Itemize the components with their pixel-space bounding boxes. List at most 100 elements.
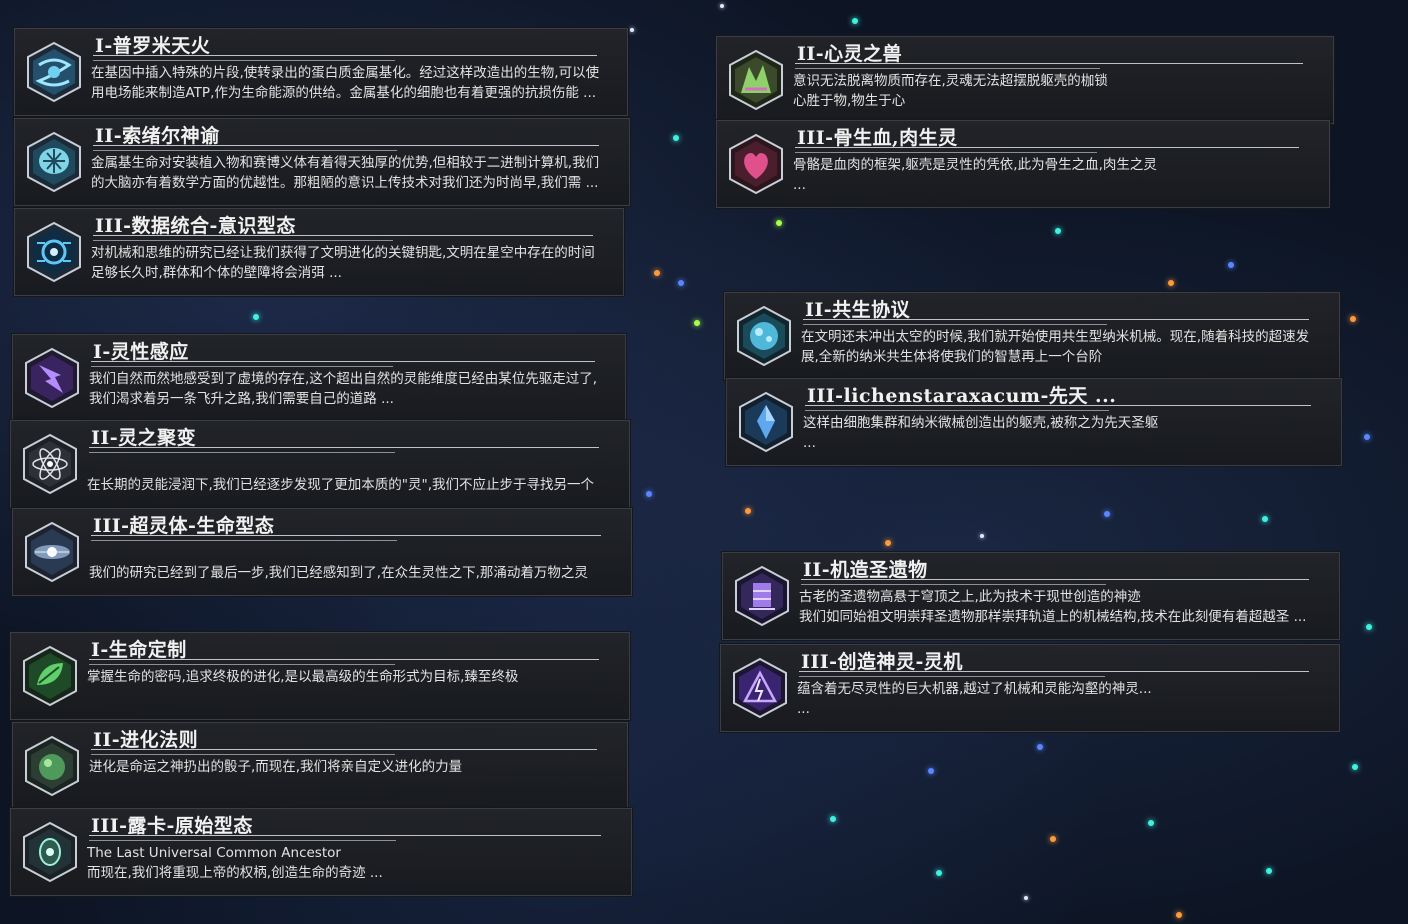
star-node[interactable] [654, 270, 660, 276]
star-node[interactable] [1366, 624, 1372, 630]
tech-card-mind-beast[interactable]: II-心灵之兽 意识无法脱离物质而存在,灵魂无法超摆脱躯壳的枷锁 心胜于物,物生… [716, 36, 1334, 124]
atom-orbit-icon [19, 433, 81, 495]
card-description: 我们自然而然地感受到了虚境的存在,这个超出自然的灵能维度已经由某位先驱走过了, … [89, 371, 598, 407]
title-underline [91, 535, 601, 542]
card-description: 骨骼是血肉的框架,躯壳是灵性的凭依,此为骨生之血,肉生之灵 ... [793, 157, 1157, 193]
tech-card-overspirit[interactable]: III-超灵体-生命型态 我们的研究已经到了最后一步,我们已经感知到了,在众生灵… [12, 508, 632, 596]
psionic-lightning-icon [21, 347, 83, 409]
card-title: III-超灵体-生命型态 [93, 515, 275, 537]
card-title: II-心灵之兽 [797, 43, 903, 65]
tech-card-psi-machine[interactable]: III-创造神灵-灵机 蕴含着无尽灵性的巨大机器,越过了机械和灵能沟壑的神灵..… [720, 644, 1340, 732]
card-description: 我们的研究已经到了最后一步,我们已经感知到了,在众生灵性之下,那涌动着万物之灵 [89, 565, 588, 581]
title-underline [803, 319, 1309, 326]
card-title: III-骨生血,肉生灵 [797, 127, 958, 149]
star-node[interactable] [928, 768, 934, 774]
card-description: 在文明还未冲出太空的时候,我们就开始使用共生型纳米机械。现在,随着科技的超速发 … [801, 329, 1310, 365]
star-node[interactable] [830, 816, 836, 822]
nano-symbiote-icon [733, 305, 795, 367]
star-node[interactable] [1364, 434, 1370, 440]
data-circuit-icon [23, 221, 85, 283]
title-underline [89, 835, 601, 842]
card-description: 在基因中插入特殊的片段,使转录出的蛋白质金属基化。经过这样改造出的生物,可以使 … [91, 65, 600, 101]
card-title: II-机造圣遗物 [803, 559, 928, 581]
card-description: 意识无法脱离物质而存在,灵魂无法超摆脱躯壳的枷锁 心胜于物,物生于心 [793, 73, 1108, 109]
card-title: III-露卡-原始型态 [91, 815, 253, 837]
star-node[interactable] [936, 870, 942, 876]
star-node[interactable] [720, 4, 724, 8]
psi-machine-icon [729, 657, 791, 719]
title-underline [89, 659, 599, 666]
tech-card-spirit-fusion[interactable]: II-灵之聚变 在长期的灵能浸润下,我们已经逐步发现了更加本质的"灵",我们不应… [10, 420, 630, 508]
tech-card-life-customization[interactable]: I-生命定制 掌握生命的密码,追求终极的进化,是以最高级的生命形式为目标,臻至终… [10, 632, 630, 720]
card-description: 在长期的灵能浸润下,我们已经逐步发现了更加本质的"灵",我们不应止步于寻找另一个 [87, 477, 595, 493]
star-node[interactable] [1104, 511, 1110, 517]
tech-card-prometheus-fire[interactable]: I-普罗米天火 在基因中插入特殊的片段,使转录出的蛋白质金属基化。经过这样改造出… [14, 28, 628, 116]
star-node[interactable] [776, 220, 782, 226]
star-node[interactable] [1352, 764, 1358, 770]
card-title: II-灵之聚变 [91, 427, 197, 449]
star-node[interactable] [1266, 868, 1272, 874]
star-node[interactable] [745, 508, 751, 514]
dragon-beast-icon [725, 49, 787, 111]
tech-card-machine-relic[interactable]: II-机造圣遗物 古老的圣遗物高悬于穹顶之上,此为技术于现世创造的神迹 我们如同… [722, 552, 1340, 640]
star-node[interactable] [885, 540, 891, 546]
title-underline [799, 671, 1309, 678]
card-title: II-索绪尔神谕 [95, 125, 220, 147]
star-node[interactable] [630, 28, 634, 32]
title-underline [91, 361, 595, 368]
title-underline [93, 55, 597, 62]
tech-card-data-integration[interactable]: III-数据统合-意识型态 对机械和思维的研究已经让我们获得了文明进化的关键钥匙… [14, 208, 624, 296]
star-node[interactable] [253, 314, 259, 320]
card-description: The Last Universal Common Ancestor 而现在,我… [87, 845, 383, 881]
star-node[interactable] [678, 280, 684, 286]
title-underline [93, 235, 593, 242]
card-description: 对机械和思维的研究已经让我们获得了文明进化的关键钥匙,文明在星空中存在的时间 足… [91, 245, 595, 281]
blue-crystal-icon [735, 391, 797, 453]
card-title: III-创造神灵-灵机 [801, 651, 963, 673]
card-title: II-共生协议 [805, 299, 911, 321]
star-node[interactable] [1024, 896, 1028, 900]
green-orb-icon [21, 735, 83, 797]
card-description: 金属基生命对安装植入物和赛博义体有着得天独厚的优势,但相较于二进制计算机,我们 … [91, 155, 600, 191]
primordial-cell-icon [19, 821, 81, 883]
card-title: II-进化法则 [93, 729, 199, 751]
relic-machine-icon [731, 565, 793, 627]
tech-card-psionic-sense[interactable]: I-灵性感应 我们自然而然地感受到了虚境的存在,这个超出自然的灵能维度已经由某位… [12, 334, 626, 422]
psionic-being-icon [21, 521, 83, 583]
star-node[interactable] [1228, 262, 1234, 268]
tech-card-luca[interactable]: III-露卡-原始型态 The Last Universal Common An… [10, 808, 632, 896]
title-underline [91, 749, 597, 756]
star-node[interactable] [1055, 228, 1061, 234]
card-description: 掌握生命的密码,追求终极的进化,是以最高级的生命形式为目标,臻至终极 [87, 669, 519, 685]
tech-card-evolution-law[interactable]: II-进化法则 进化是命运之神扔出的骰子,而现在,我们将亲自定义进化的力量 [12, 722, 628, 810]
cyber-brain-icon [23, 131, 85, 193]
tech-card-saussure-oracle[interactable]: II-索绪尔神谕 金属基生命对安装植入物和赛博义体有着得天独厚的优势,但相较于二… [14, 118, 630, 206]
star-node[interactable] [1050, 836, 1056, 842]
card-title: I-灵性感应 [93, 341, 189, 363]
card-title: I-普罗米天火 [95, 35, 211, 57]
title-underline [795, 147, 1299, 154]
star-node[interactable] [1262, 516, 1268, 522]
star-node[interactable] [694, 320, 700, 326]
star-node[interactable] [1037, 744, 1043, 750]
flesh-heart-icon [725, 133, 787, 195]
title-underline [795, 63, 1303, 70]
card-description: 蕴含着无尽灵性的巨大机器,越过了机械和灵能沟壑的神灵... ... [797, 681, 1152, 717]
star-node[interactable] [673, 135, 679, 141]
card-description: 进化是命运之神扔出的骰子,而现在,我们将亲自定义进化的力量 [89, 759, 463, 775]
title-underline [801, 579, 1309, 586]
tech-card-bone-blood[interactable]: III-骨生血,肉生灵 骨骼是血肉的框架,躯壳是灵性的凭依,此为骨生之血,肉生之… [716, 120, 1330, 208]
tech-card-lichenstaraxacum[interactable]: III-lichenstaraxacum-先天 ... 这样由细胞集群和纳米微械… [726, 378, 1342, 466]
card-title: III-lichenstaraxacum-先天 ... [807, 385, 1117, 407]
star-node[interactable] [646, 491, 652, 497]
star-node[interactable] [1350, 316, 1356, 322]
star-node[interactable] [1176, 912, 1182, 918]
star-node[interactable] [852, 18, 858, 24]
star-node[interactable] [980, 534, 984, 538]
star-node[interactable] [1168, 280, 1174, 286]
star-node[interactable] [1148, 820, 1154, 826]
green-leaf-icon [19, 645, 81, 707]
title-underline [805, 405, 1311, 412]
card-title: I-生命定制 [91, 639, 187, 661]
tech-card-symbiosis-protocol[interactable]: II-共生协议 在文明还未冲出太空的时候,我们就开始使用共生型纳米机械。现在,随… [724, 292, 1340, 380]
